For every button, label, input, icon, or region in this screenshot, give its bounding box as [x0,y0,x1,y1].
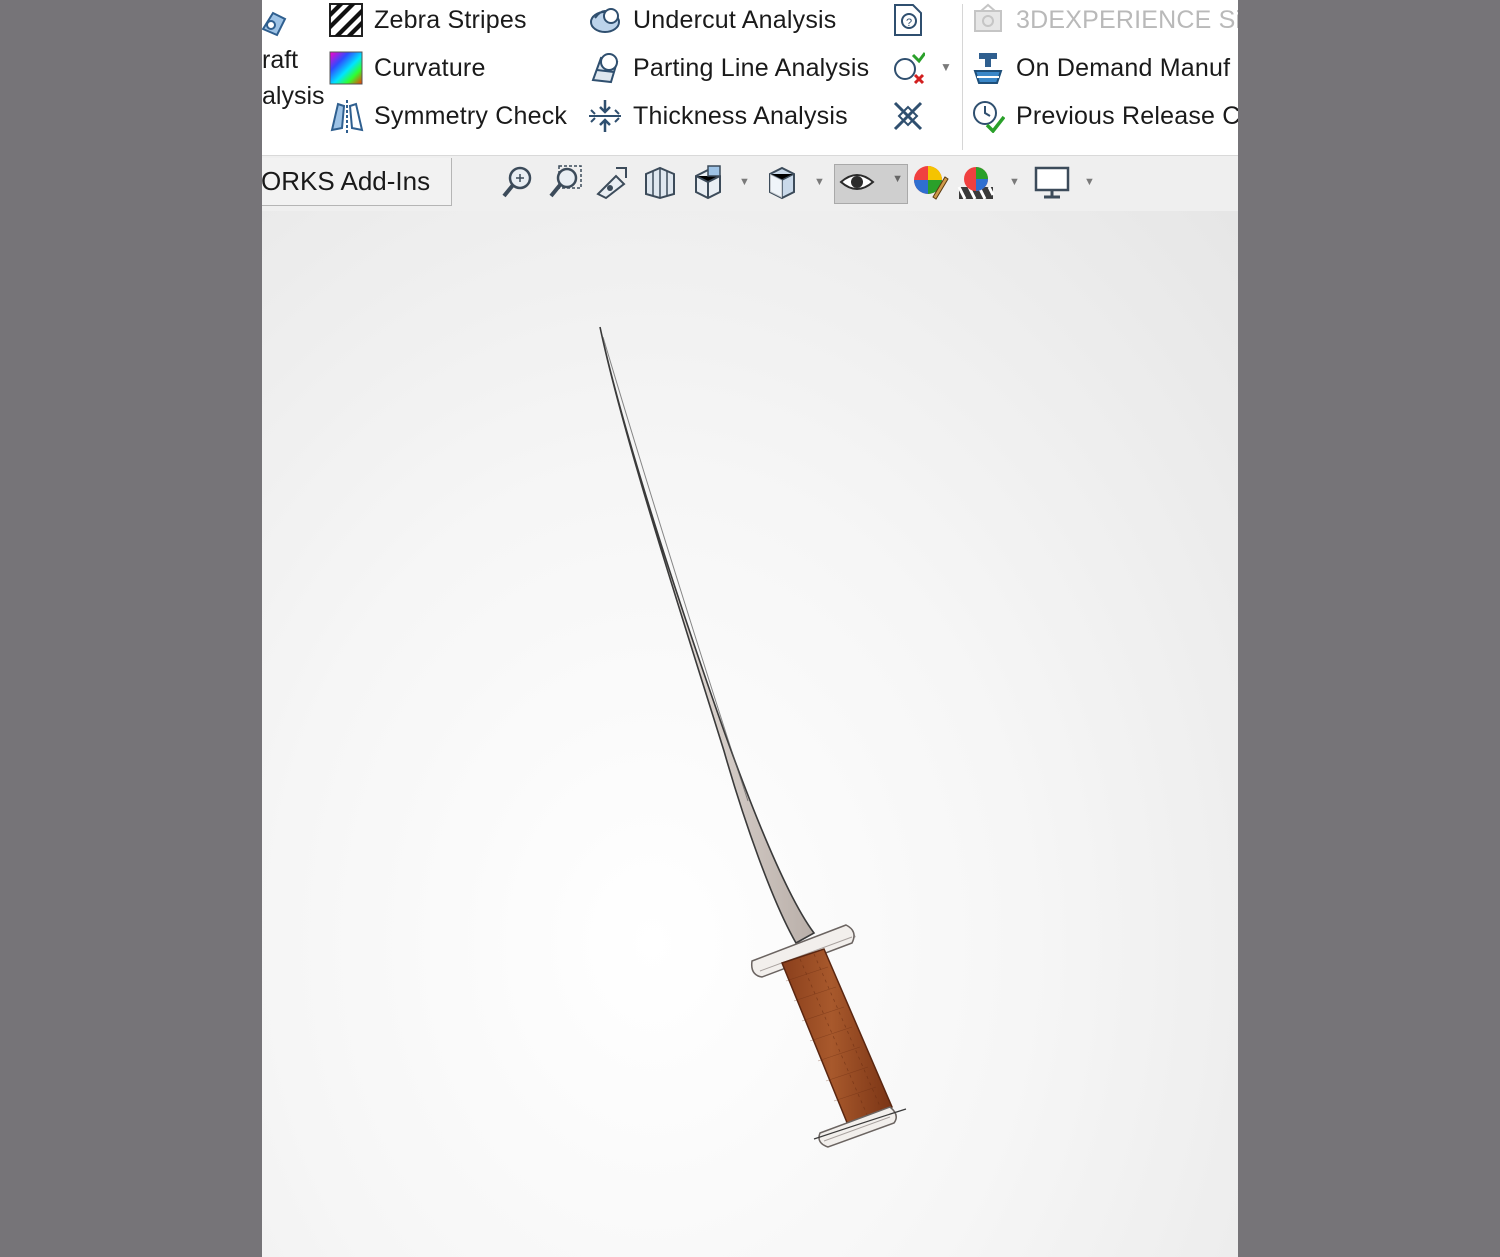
zoom-to-area-icon [547,164,583,205]
zebra-stripes-button[interactable]: Zebra Stripes [328,0,527,40]
graphics-area[interactable] [262,211,1238,1257]
3dexperience-label: 3DEXPERIENCE Sim [1016,5,1238,34]
sword-model[interactable] [262,211,1238,1257]
section-view-icon [642,164,678,205]
zoom-to-fit-icon [500,164,536,205]
symmetry-check-icon [328,98,364,134]
check-active-document-button[interactable] [890,96,936,136]
previous-release-check-button[interactable]: Previous Release Ch [970,96,1238,136]
3dexperience-simulation-button[interactable]: 3DEXPERIENCE Sim [970,0,1238,40]
solidworks-window: raft alysis Zebra Stripes Curvature Symm… [262,0,1238,1257]
view-orientation-button[interactable] [688,164,728,204]
curvature-icon [328,50,364,86]
display-style-dropdown[interactable]: ▼ [814,176,825,188]
tab-solidworks-add-ins[interactable]: ORKS Add-Ins [262,158,452,206]
hide-show-items-dropdown[interactable]: ▼ [892,173,903,185]
thickness-analysis-icon [587,98,623,134]
view-orientation-icon [690,164,726,205]
undercut-analysis-icon [587,2,623,38]
ribbon-evaluate: raft alysis Zebra Stripes Curvature Symm… [262,0,1238,156]
zebra-stripes-label: Zebra Stripes [374,5,527,34]
check-document-icon: ? [890,2,926,38]
compare-dropdown-arrow[interactable]: ▼ [940,60,952,74]
symmetry-check-button[interactable]: Symmetry Check [328,96,567,136]
draft-analysis-button[interactable] [262,2,302,42]
ribbon-separator [962,4,963,150]
parting-line-analysis-label: Parting Line Analysis [633,53,870,82]
previous-view-button[interactable] [592,164,632,204]
apply-scene-button[interactable] [956,164,996,204]
apply-scene-icon [957,163,995,206]
draft-analysis-icon [262,4,292,40]
on-demand-manufacturing-icon [970,50,1006,86]
on-demand-manufacturing-button[interactable]: On Demand Manuf [970,48,1230,88]
previous-release-check-icon [970,98,1006,134]
undercut-analysis-label: Undercut Analysis [633,5,837,34]
zebra-stripes-icon [328,2,364,38]
compare-documents-icon [890,50,926,86]
draft-label-partial: raft [262,46,299,74]
display-style-button[interactable] [762,164,802,204]
hide-show-items-icon [839,164,875,205]
view-settings-button[interactable] [1032,164,1072,204]
curvature-button[interactable]: Curvature [328,48,486,88]
curvature-label: Curvature [374,53,486,82]
display-style-icon [764,164,800,205]
3dexperience-icon [970,2,1006,38]
analysis-label-partial: alysis [262,82,325,110]
zoom-to-area-button[interactable] [545,164,585,204]
check-tolerance-icon [890,98,926,134]
view-orientation-dropdown[interactable]: ▼ [739,176,750,188]
on-demand-manufacturing-label: On Demand Manuf [1016,53,1231,82]
apply-scene-dropdown[interactable]: ▼ [1009,176,1020,188]
sword-handle[interactable] [781,948,893,1126]
symmetry-check-label: Symmetry Check [374,101,568,130]
zoom-to-fit-button[interactable] [498,164,538,204]
sword-blade[interactable] [599,326,816,945]
tab-solidworks-add-ins-label: ORKS Add-Ins [262,166,431,196]
hide-show-items-button[interactable]: ▼ [834,164,908,204]
check-button[interactable]: ? [890,0,936,40]
parting-line-analysis-icon [587,50,623,86]
compare-button[interactable] [890,48,936,88]
thickness-analysis-button[interactable]: Thickness Analysis [587,96,848,136]
previous-release-check-label: Previous Release Ch [1016,101,1238,130]
section-view-button[interactable] [640,164,680,204]
undercut-analysis-button[interactable]: Undercut Analysis [587,0,837,40]
svg-text:?: ? [906,17,912,29]
previous-view-icon [594,164,630,205]
edit-appearance-icon [911,163,949,206]
thickness-analysis-label: Thickness Analysis [633,101,848,130]
parting-line-analysis-button[interactable]: Parting Line Analysis [587,48,869,88]
edit-appearance-button[interactable] [910,164,950,204]
view-settings-dropdown[interactable]: ▼ [1084,176,1095,188]
view-settings-icon [1033,163,1071,206]
